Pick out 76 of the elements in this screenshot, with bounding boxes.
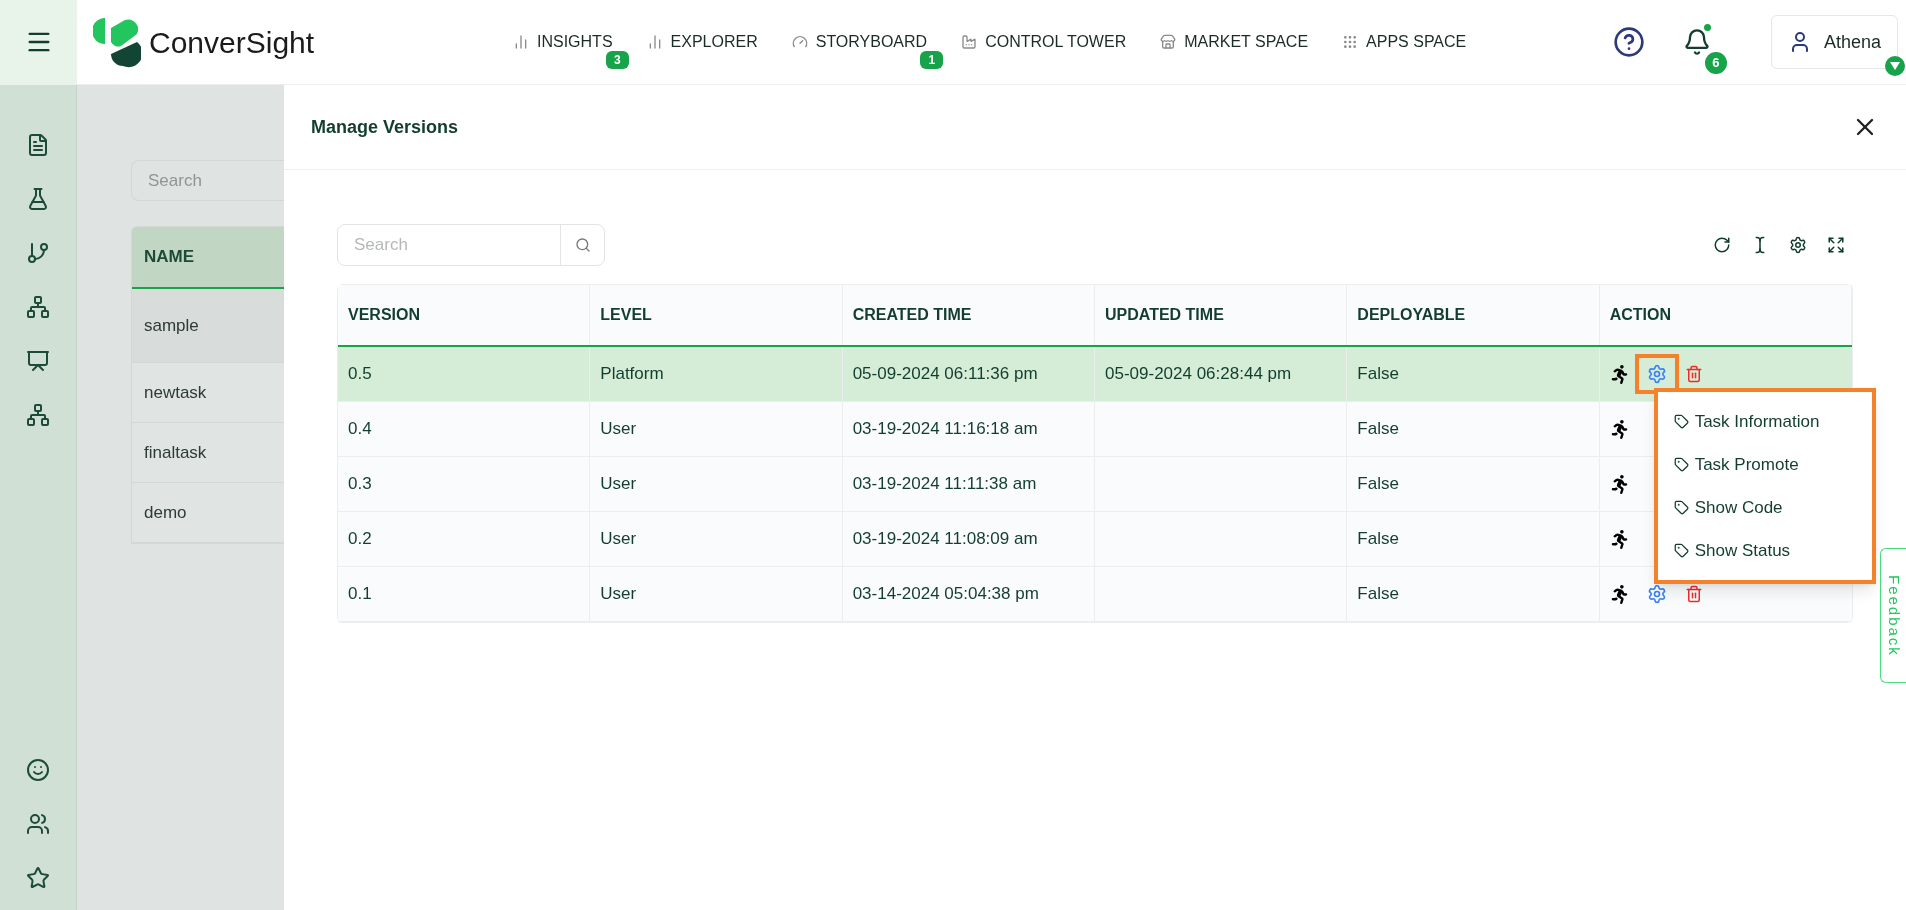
delete-icon[interactable] [1684, 585, 1703, 603]
tag-icon [1673, 457, 1689, 472]
table-cell-text: User [600, 418, 637, 441]
column-header: NAME [132, 227, 284, 289]
table-cell-text: 03-19-2024 11:16:18 am [852, 418, 1038, 441]
runner-icon[interactable] [1609, 419, 1629, 439]
nav-link[interactable]: INSIGHTS [513, 30, 613, 54]
settings-icon [1646, 364, 1667, 384]
sidebar-nav-icon[interactable] [26, 812, 50, 836]
sidebar-nav-icon[interactable] [26, 758, 50, 782]
notifications-button[interactable] [1682, 28, 1711, 56]
column-header: DEPLOYABLE [1347, 285, 1600, 345]
table-cell-text: 0.5 [348, 363, 372, 386]
nav-icon [961, 34, 978, 50]
refresh-icon[interactable] [1713, 236, 1731, 254]
sidebar-nav-icon[interactable] [26, 241, 50, 265]
sidebar-nav-icon[interactable] [26, 187, 50, 211]
table-cell-text: User [600, 473, 637, 496]
table-cell-text: 0.4 [348, 418, 372, 441]
nav-link[interactable]: STORYBOARD [791, 30, 928, 54]
runner-icon[interactable] [1609, 529, 1629, 549]
expand-icon[interactable] [1827, 236, 1845, 254]
nav-link[interactable]: APPS SPACE [1342, 30, 1467, 54]
sidebar-nav-icon[interactable] [26, 295, 50, 319]
column-header: LEVEL [590, 285, 843, 345]
table-cell-text: False [1357, 528, 1399, 551]
sidebar-nav-icon[interactable] [26, 866, 50, 890]
column-header: CREATED TIME [842, 285, 1095, 345]
table-cell-text: False [1357, 363, 1399, 386]
tag-icon [1673, 414, 1689, 429]
nav-icon [513, 34, 529, 50]
table-cell-text: User [600, 583, 637, 606]
panel-title: Manage Versions [311, 115, 459, 139]
table-cell-text: 0.2 [348, 528, 372, 551]
nav-link[interactable]: CONTROL TOWER [961, 30, 1127, 54]
settings-icon[interactable] [1789, 236, 1807, 254]
sidebar-nav-icon[interactable] [26, 133, 50, 157]
sidebar-nav-icon[interactable] [26, 403, 50, 427]
table-row[interactable]: 0.1 User 03-14-2024 05:04:38 pm False [338, 567, 1852, 622]
table-cell-text: False [1357, 583, 1399, 606]
nav-icon [1342, 34, 1359, 50]
sidebar-nav-icon[interactable] [26, 349, 50, 373]
table-row[interactable]: sample [132, 289, 284, 363]
column-header: VERSION [338, 285, 591, 345]
count-badge: 3 [605, 51, 629, 69]
brand-name: ConverSight [149, 24, 315, 61]
nav-link[interactable]: MARKET SPACE [1160, 30, 1309, 54]
search-icon[interactable] [574, 237, 591, 253]
logo-icon [93, 16, 141, 68]
table-cell-text: 05-09-2024 06:11:36 pm [852, 363, 1038, 386]
help-icon[interactable] [1612, 26, 1645, 58]
runner-icon[interactable] [1609, 364, 1629, 384]
table-cell-text: User [600, 528, 637, 551]
settings-icon [1646, 584, 1667, 604]
column-header: UPDATED TIME [1095, 285, 1348, 345]
table-cell-text: False [1357, 473, 1399, 496]
delete-icon[interactable] [1684, 365, 1703, 383]
table-cell-text: 05-09-2024 06:28:44 pm [1105, 363, 1292, 386]
column-header: ACTION [1599, 285, 1852, 345]
table-cell-text: 0.3 [348, 473, 372, 496]
nav-link[interactable]: EXPLORER [646, 30, 758, 54]
nav-icon [791, 34, 808, 50]
tag-icon [1673, 543, 1689, 558]
tag-icon [1673, 500, 1689, 515]
bell-icon [1682, 28, 1711, 56]
table-cell-text: 03-19-2024 11:08:09 am [852, 528, 1038, 551]
table-cell-text: False [1357, 418, 1399, 441]
table-cell-text: 03-19-2024 11:11:38 am [852, 473, 1037, 496]
count-badge: 1 [920, 51, 944, 69]
count-badge: 6 [1704, 52, 1727, 74]
runner-icon[interactable] [1609, 474, 1629, 494]
table-cell-text: 0.1 [348, 583, 372, 606]
table-cell-text: 03-14-2024 05:04:38 pm [852, 583, 1039, 606]
table-cell-text: Platform [600, 363, 664, 386]
runner-icon[interactable] [1609, 584, 1629, 604]
nav-icon [1160, 34, 1177, 50]
